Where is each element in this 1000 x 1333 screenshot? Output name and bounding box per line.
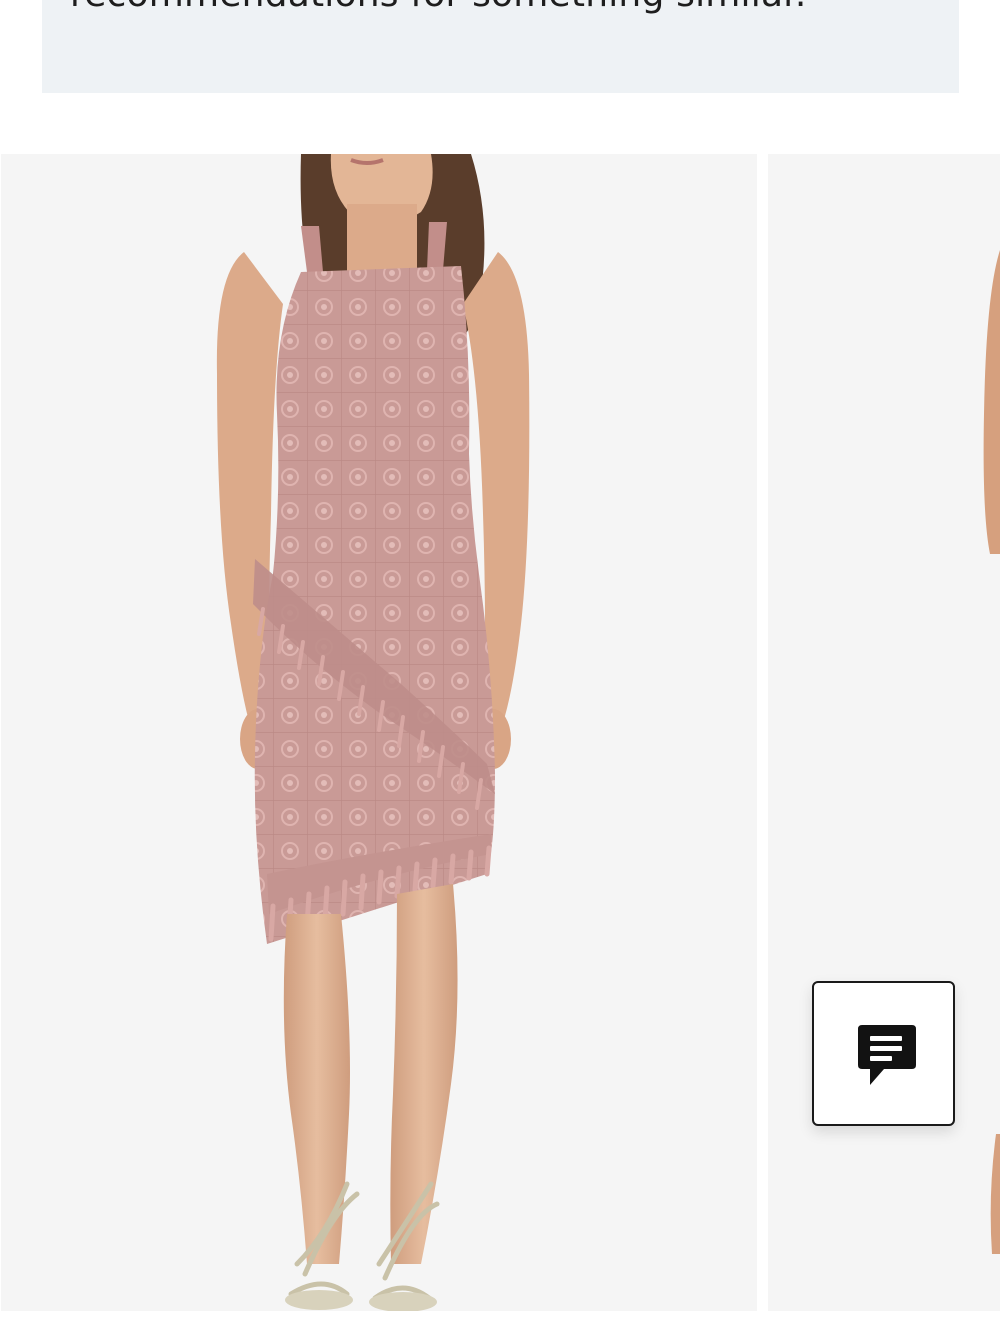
chat-button[interactable] xyxy=(812,981,955,1126)
chat-bubble-icon xyxy=(858,1025,916,1085)
product-card[interactable] xyxy=(768,154,1000,1311)
notice-text: recommendations for something similar. xyxy=(70,0,807,15)
product-carousel[interactable] xyxy=(0,154,1000,1311)
recommendation-notice: recommendations for something similar. xyxy=(42,0,959,93)
product-image[interactable] xyxy=(1,154,757,1311)
product-image[interactable] xyxy=(768,154,1000,1311)
product-card[interactable] xyxy=(1,154,757,1311)
chat-button-label xyxy=(814,983,815,984)
